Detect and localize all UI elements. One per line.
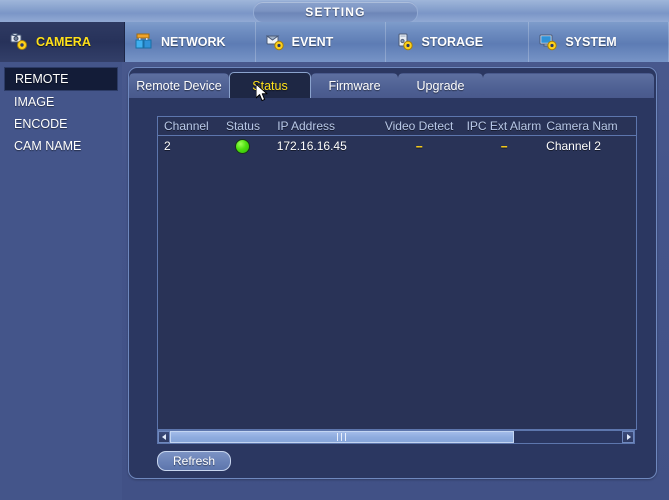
tab-remote-device[interactable]: Remote Device xyxy=(129,73,229,98)
tab-label: Status xyxy=(252,79,288,93)
menu-item-network[interactable]: NETWORK xyxy=(125,22,256,62)
table-row[interactable]: 2 172.16.16.45 -- -- Channel 2 xyxy=(158,136,636,156)
sidebar-item-cam-name[interactable]: CAM NAME xyxy=(0,135,122,157)
column-header-video-detect: Video Detect xyxy=(384,119,454,133)
menu-item-label: STORAGE xyxy=(421,35,484,49)
cell-status xyxy=(208,138,277,154)
status-table: Channel Status IP Address Video Detect I… xyxy=(157,116,637,430)
tab-status[interactable]: Status xyxy=(229,72,311,98)
table-header-row: Channel Status IP Address Video Detect I… xyxy=(158,117,636,136)
refresh-button[interactable]: Refresh xyxy=(157,451,231,471)
menu-item-storage[interactable]: STORAGE xyxy=(386,22,530,62)
storage-gear-icon xyxy=(396,33,416,51)
page-title: SETTING xyxy=(253,1,418,23)
cell-ip-address: 172.16.16.45 xyxy=(276,139,347,153)
scrollbar-track[interactable] xyxy=(170,431,622,443)
cell-channel: 2 xyxy=(164,139,171,153)
scrollbar-thumb[interactable] xyxy=(170,431,514,443)
grip-line-icon xyxy=(341,433,343,441)
cell-camera-name: Channel 2 xyxy=(546,139,601,153)
grip-line-icon xyxy=(337,433,339,441)
tab-strip-filler xyxy=(483,73,654,98)
sidebar-item-label: ENCODE xyxy=(14,117,68,131)
tab-upgrade[interactable]: Upgrade xyxy=(398,73,483,98)
sidebar-item-remote[interactable]: REMOTE xyxy=(4,67,118,91)
menu-item-label: SYSTEM xyxy=(565,35,617,49)
column-header-ip-address: IP Address xyxy=(277,119,336,133)
column-header-channel: Channel xyxy=(164,119,209,133)
tab-firmware[interactable]: Firmware xyxy=(311,73,398,98)
sidebar: REMOTE IMAGE ENCODE CAM NAME xyxy=(0,62,122,500)
tab-label: Remote Device xyxy=(136,79,222,93)
event-gear-icon xyxy=(265,33,286,51)
menu-item-system[interactable]: SYSTEM xyxy=(529,22,669,62)
tab-label: Upgrade xyxy=(416,79,465,93)
status-online-indicator xyxy=(234,138,250,154)
main-menu-bar: CAMERA NETWORK EVENT STORAGE SYSTEM xyxy=(0,22,669,62)
window-titlebar: SETTING xyxy=(0,0,669,23)
grip-line-icon xyxy=(345,433,347,441)
column-header-ipc-ext-alarm: IPC Ext Alarm xyxy=(466,119,542,133)
sidebar-item-label: CAM NAME xyxy=(14,139,82,153)
network-icon xyxy=(135,33,155,51)
setting-window: SETTING CAMERA NETWORK EVENT STORAGE SYS… xyxy=(0,0,669,500)
camera-gear-icon xyxy=(10,33,30,51)
tab-label: Firmware xyxy=(328,79,381,93)
sidebar-item-label: REMOTE xyxy=(15,72,69,86)
menu-item-label: EVENT xyxy=(291,35,334,49)
cell-ipc-ext-alarm: -- xyxy=(500,139,508,153)
menu-item-event[interactable]: EVENT xyxy=(256,22,386,62)
cell-video-detect: -- xyxy=(415,139,423,153)
system-gear-icon xyxy=(539,33,559,51)
sidebar-item-image[interactable]: IMAGE xyxy=(0,91,122,113)
tab-strip: Remote Device Status Firmware Upgrade xyxy=(129,72,654,98)
scroll-left-arrow-icon[interactable] xyxy=(158,431,170,443)
sidebar-item-encode[interactable]: ENCODE xyxy=(0,113,122,135)
menu-item-label: CAMERA xyxy=(36,35,91,49)
sidebar-item-label: IMAGE xyxy=(14,95,55,109)
menu-item-camera[interactable]: CAMERA xyxy=(0,22,125,62)
column-header-status: Status xyxy=(225,119,260,133)
horizontal-scrollbar[interactable] xyxy=(157,430,635,444)
scroll-right-arrow-icon[interactable] xyxy=(622,431,634,443)
column-header-camera-name: Camera Nam xyxy=(546,119,618,133)
menu-item-label: NETWORK xyxy=(160,35,226,49)
